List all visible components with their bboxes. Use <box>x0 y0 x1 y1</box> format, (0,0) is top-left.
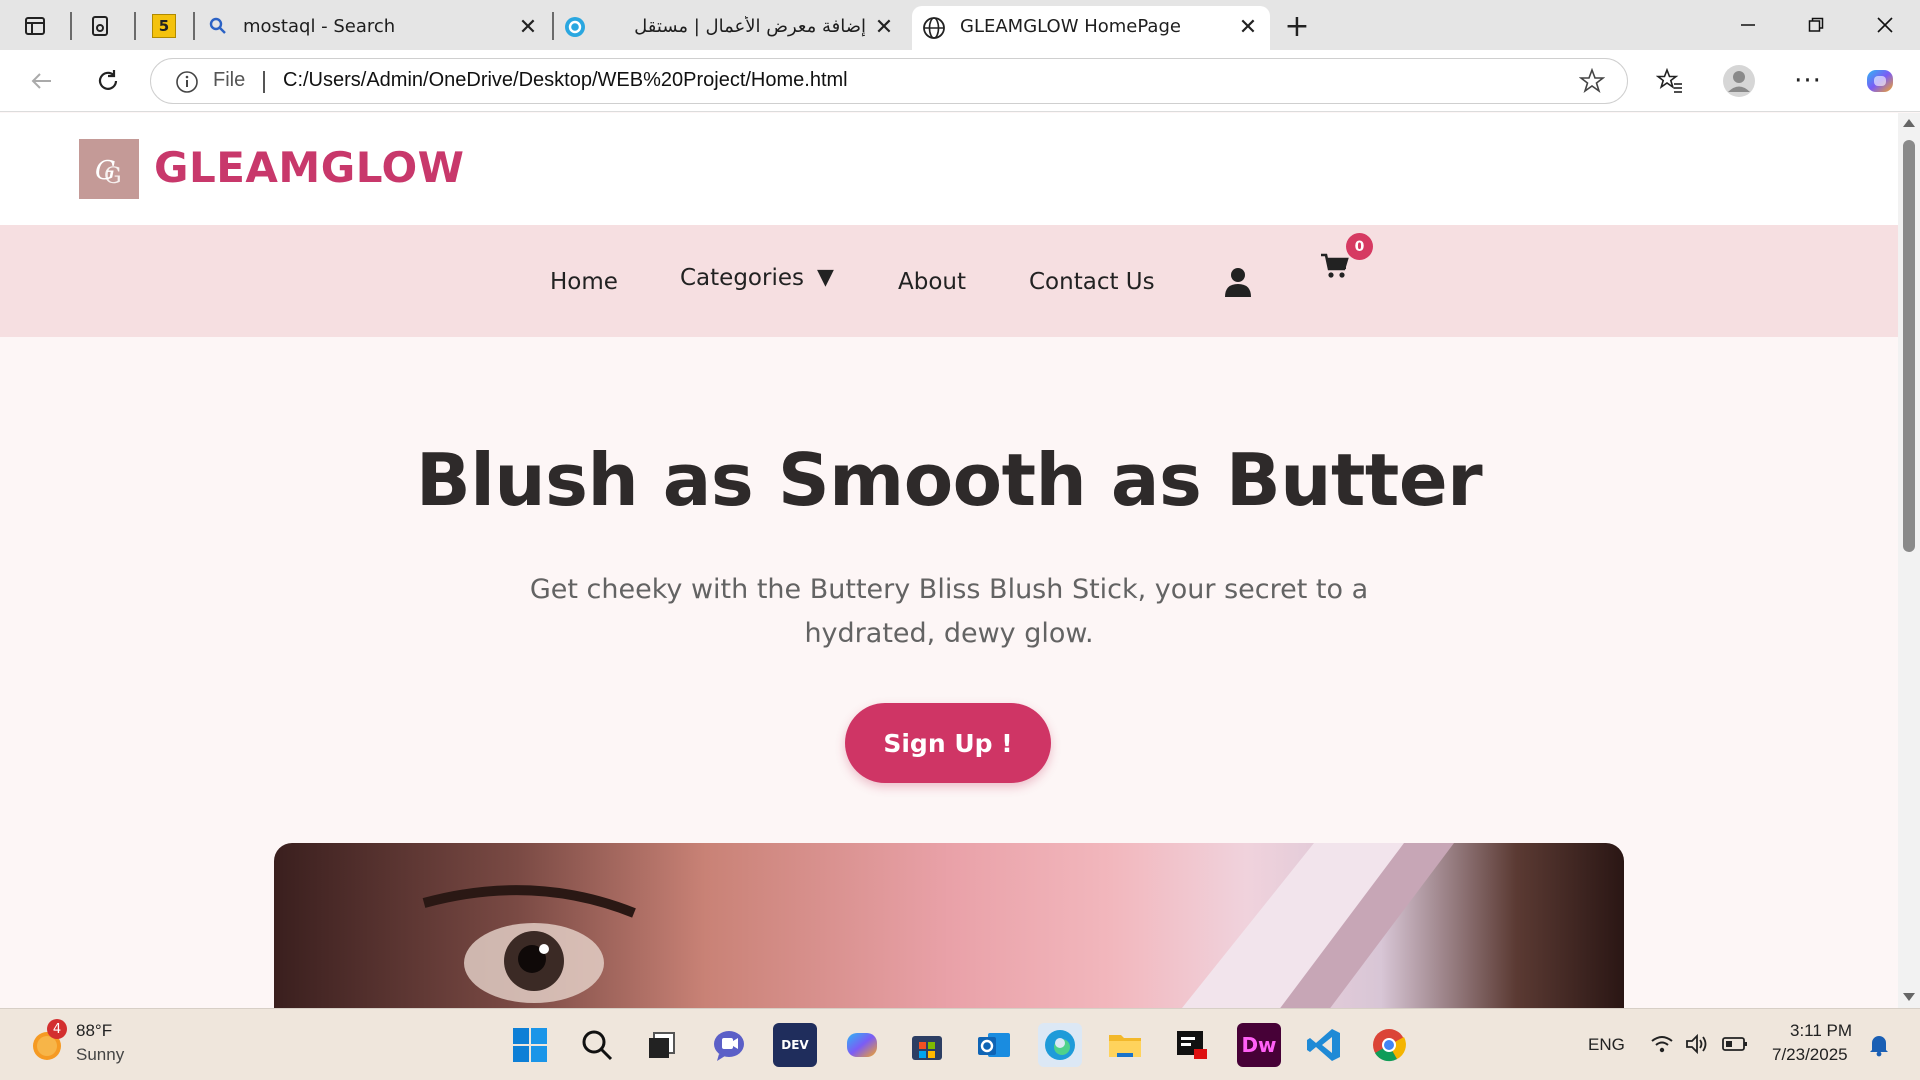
address-bar[interactable]: File C:/Users/Admin/OneDrive/Desktop/WEB… <box>150 58 1628 104</box>
globe-icon <box>922 16 946 45</box>
file-explorer-icon[interactable] <box>1103 1023 1147 1067</box>
outlook-icon[interactable] <box>972 1023 1016 1067</box>
input-language-indicator[interactable]: ENG <box>1588 1035 1625 1055</box>
tab-mostaql-portfolio[interactable]: إضافة معرض الأعمال | مستقل ✕ <box>556 6 906 50</box>
info-icon[interactable] <box>175 70 199 98</box>
close-tab-icon[interactable]: ✕ <box>872 16 896 40</box>
scroll-down-icon <box>1903 993 1915 1001</box>
microsoft-store-icon[interactable] <box>905 1023 949 1067</box>
restore-icon[interactable] <box>1791 4 1841 46</box>
vscode-icon[interactable] <box>1302 1023 1346 1067</box>
weather-alert-badge: 4 <box>47 1019 67 1039</box>
nav-categories-link[interactable]: Categories <box>680 265 804 291</box>
tab-title: إضافة معرض الأعمال | مستقل <box>634 16 866 37</box>
copilot-icon[interactable] <box>1860 61 1900 101</box>
brand-name[interactable]: GLEAMGLOW <box>154 143 465 192</box>
svg-text:G: G <box>104 164 122 189</box>
windows-taskbar: 4 88°F Sunny DEV Dw ENG 3:11 PM 7/23/202… <box>0 1008 1920 1080</box>
clock-time[interactable]: 3:11 PM <box>1790 1021 1852 1041</box>
wifi-icon[interactable] <box>1650 1033 1674 1059</box>
hero-subtitle: Get cheeky with the Buttery Bliss Blush … <box>529 574 1369 649</box>
volume-icon[interactable] <box>1685 1033 1709 1059</box>
weather-temperature[interactable]: 88°F <box>76 1021 112 1041</box>
cart-count-badge: 0 <box>1346 233 1373 260</box>
nav-about-link[interactable]: About <box>898 269 966 295</box>
refresh-icon[interactable] <box>88 61 128 101</box>
workspace-icon[interactable]: 5 <box>146 8 182 44</box>
tab-title: mostaql - Search <box>243 16 396 37</box>
more-options-icon[interactable]: ··· <box>1788 61 1828 101</box>
profile-avatar-icon[interactable] <box>1719 61 1759 101</box>
close-window-icon[interactable] <box>1860 4 1910 46</box>
address-url[interactable]: C:/Users/Admin/OneDrive/Desktop/WEB%20Pr… <box>283 69 848 92</box>
scrollbar-thumb[interactable] <box>1903 140 1915 552</box>
terminal-app-icon[interactable] <box>1170 1023 1214 1067</box>
address-divider <box>263 71 265 93</box>
edge-browser-icon[interactable] <box>1038 1023 1082 1067</box>
dev-home-icon[interactable]: DEV <box>773 1023 817 1067</box>
copilot-taskbar-icon[interactable] <box>840 1023 884 1067</box>
tabstrip-divider <box>552 12 554 40</box>
start-windows-icon[interactable] <box>508 1023 552 1067</box>
scroll-up-icon <box>1903 119 1915 127</box>
main-navigation: Home Categories ▼ About Contact Us <box>0 225 1898 337</box>
sign-up-button[interactable]: Sign Up ! <box>845 703 1051 783</box>
dreamweaver-icon[interactable]: Dw <box>1237 1023 1281 1067</box>
close-tab-icon[interactable]: ✕ <box>516 16 540 40</box>
close-tab-icon[interactable]: ✕ <box>1236 16 1260 40</box>
categories-dropdown-icon[interactable]: ▼ <box>817 265 834 290</box>
tab-actions-icon[interactable] <box>17 8 53 44</box>
tab-title: GLEAMGLOW HomePage <box>960 16 1181 37</box>
browser-tab-strip: 5 mostaql - Search ✕ إضافة معرض الأعمال … <box>0 0 1920 50</box>
chrome-icon[interactable] <box>1367 1023 1411 1067</box>
workspace-badge: 5 <box>152 14 176 38</box>
notification-bell-icon[interactable] <box>1868 1033 1890 1061</box>
tabstrip-divider <box>134 12 136 40</box>
task-view-icon[interactable] <box>640 1023 684 1067</box>
favorite-star-icon[interactable] <box>1578 67 1606 98</box>
mostaql-favicon-icon <box>564 16 586 43</box>
back-icon[interactable] <box>22 61 62 101</box>
hero-image <box>274 843 1624 1008</box>
favorites-icon[interactable] <box>1650 61 1690 101</box>
collections-icon[interactable] <box>82 8 118 44</box>
nav-home-link[interactable]: Home <box>550 269 618 295</box>
teams-chat-icon[interactable] <box>707 1023 751 1067</box>
user-account-icon[interactable] <box>1224 267 1252 301</box>
web-page: GG GLEAMGLOW Home Categories ▼ About Con… <box>0 113 1898 1008</box>
search-icon <box>208 16 228 41</box>
shopping-cart-icon[interactable] <box>1320 253 1350 283</box>
weather-description[interactable]: Sunny <box>76 1045 124 1065</box>
site-header: GG GLEAMGLOW <box>0 113 1898 225</box>
gleamglow-logo-icon[interactable]: GG <box>79 139 139 199</box>
tabstrip-divider <box>70 12 72 40</box>
browser-toolbar: File C:/Users/Admin/OneDrive/Desktop/WEB… <box>0 50 1920 112</box>
battery-icon[interactable] <box>1722 1035 1748 1057</box>
nav-contact-link[interactable]: Contact Us <box>1029 269 1155 295</box>
tab-gleamglow-homepage[interactable]: GLEAMGLOW HomePage ✕ <box>912 6 1270 50</box>
search-taskbar-icon[interactable] <box>575 1023 619 1067</box>
tab-mostaql-search[interactable]: mostaql - Search ✕ <box>200 6 550 50</box>
clock-date[interactable]: 7/23/2025 <box>1772 1045 1848 1065</box>
address-scheme-label: File <box>213 69 246 91</box>
new-tab-icon[interactable]: + <box>1279 8 1315 44</box>
minimize-icon[interactable] <box>1723 4 1773 46</box>
hero-title: Blush as Smooth as Butter <box>415 438 1483 522</box>
tabstrip-divider <box>193 12 195 40</box>
